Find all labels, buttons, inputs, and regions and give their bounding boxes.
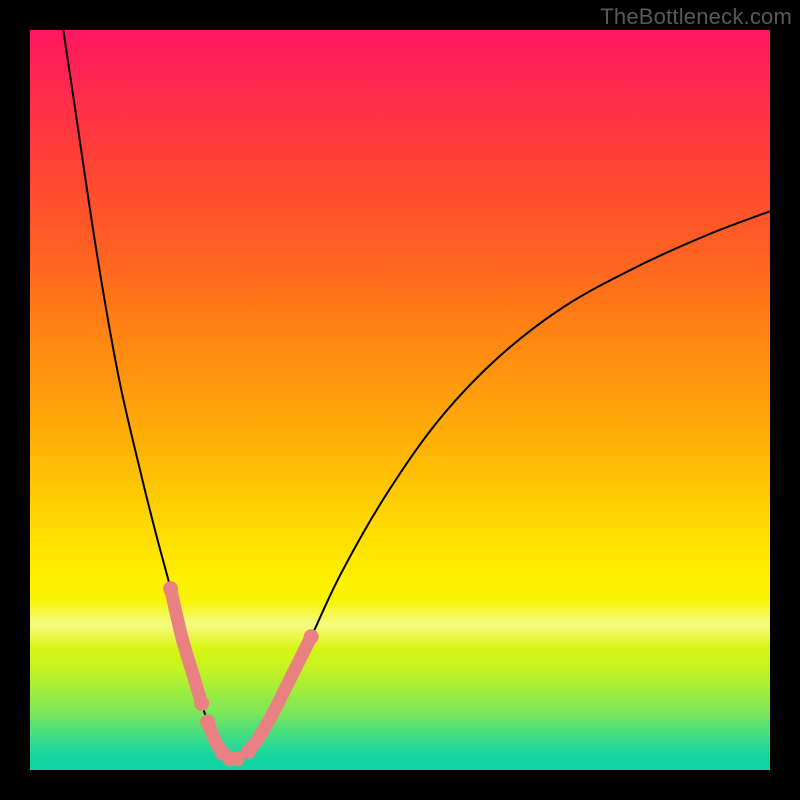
- highlight-segment: [171, 589, 202, 704]
- highlight-dot: [230, 751, 245, 766]
- chart-frame: TheBottleneck.com: [0, 0, 800, 800]
- highlight-dot: [241, 744, 256, 759]
- curve-layer: [30, 30, 770, 770]
- pale-band: [30, 600, 770, 648]
- highlight-dot: [304, 629, 319, 644]
- highlight-dot: [222, 751, 237, 766]
- watermark-text: TheBottleneck.com: [600, 4, 792, 30]
- highlight-dot: [200, 714, 215, 729]
- plot-area: [30, 30, 770, 770]
- highlight-dot: [215, 745, 230, 760]
- highlight-dot: [163, 581, 178, 596]
- highlight-segment: [248, 637, 311, 752]
- highlight-segment: [208, 722, 223, 753]
- highlight-dot: [194, 696, 209, 711]
- bottleneck-curve: [63, 30, 770, 759]
